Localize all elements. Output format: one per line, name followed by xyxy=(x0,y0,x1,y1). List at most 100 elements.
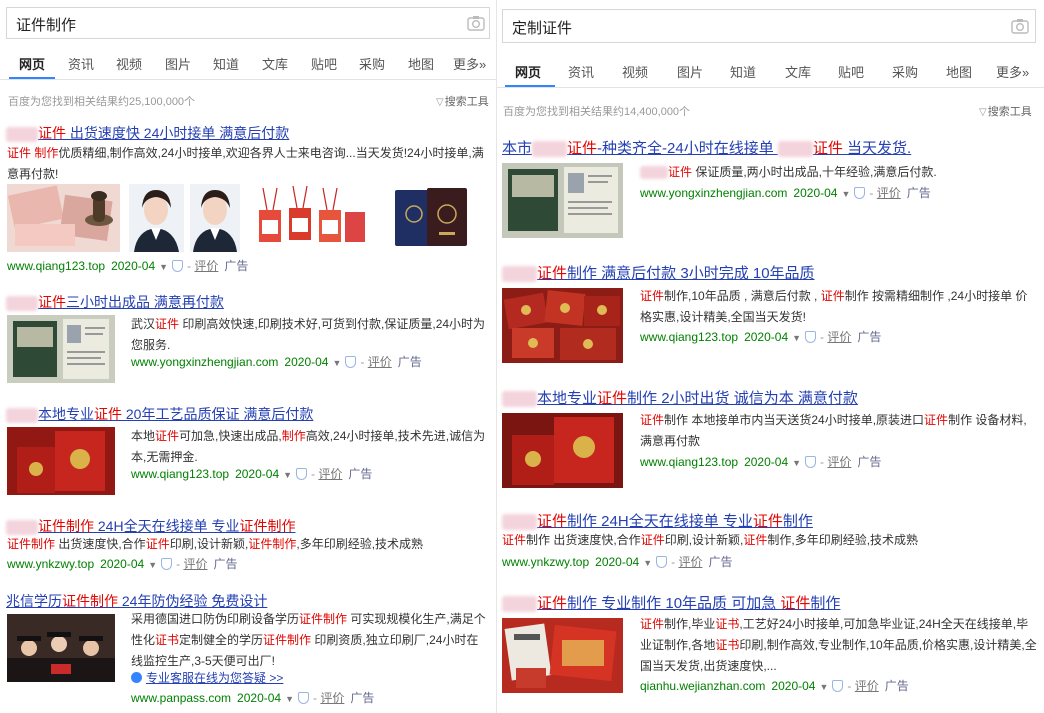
review-link[interactable]: 评价 xyxy=(318,467,342,481)
result-title-link[interactable]: 证件三小时出成品 满意再付款 xyxy=(6,292,224,312)
tab-news[interactable]: 资讯 xyxy=(68,54,94,73)
shield-icon[interactable] xyxy=(805,331,817,343)
result-url[interactable]: www.yongxinzhengjian.com xyxy=(640,186,787,200)
caret-down-icon[interactable]: ▼ xyxy=(792,333,801,343)
search-tools-button[interactable]: ▽搜索工具 xyxy=(979,103,1032,119)
tab-video[interactable]: 视频 xyxy=(622,62,648,81)
search-query[interactable]: 证件制作 xyxy=(16,14,76,35)
result-url[interactable]: www.qiang123.top xyxy=(640,455,738,469)
result-title-link[interactable]: 兆信学历证件制作 24年防伪经验 免费设计 xyxy=(6,591,267,611)
camera-icon[interactable] xyxy=(1011,18,1029,34)
shield-icon[interactable] xyxy=(172,260,184,272)
tab-purchase[interactable]: 采购 xyxy=(359,54,385,73)
result-image-award-certificates[interactable] xyxy=(502,618,623,693)
tab-tieba[interactable]: 贴吧 xyxy=(838,62,864,81)
result-image-portrait-2[interactable] xyxy=(190,184,240,252)
ad-label[interactable]: 广告 xyxy=(885,679,909,693)
tab-web[interactable]: 网页 xyxy=(515,62,541,81)
caret-down-icon[interactable]: ▼ xyxy=(841,189,850,199)
ad-label[interactable]: 广告 xyxy=(350,691,374,705)
result-image-certificates[interactable] xyxy=(7,315,115,383)
result-url[interactable]: www.qiang123.top xyxy=(131,467,229,481)
caret-down-icon[interactable]: ▼ xyxy=(332,358,341,368)
caret-down-icon[interactable]: ▼ xyxy=(792,458,801,468)
result-title-link[interactable]: 证件制作 24H全天在线接单 专业证件制作 xyxy=(6,516,295,536)
caret-down-icon[interactable]: ▼ xyxy=(819,682,828,692)
review-link[interactable]: 评价 xyxy=(855,679,879,693)
result-image-passports[interactable] xyxy=(375,184,488,252)
review-link[interactable]: 评价 xyxy=(827,330,851,344)
customer-service-link[interactable]: 专业客服在线为您答疑 >> xyxy=(131,669,283,686)
result-title-link[interactable]: 证件制作 满意后付款 3小时完成 10年品质 xyxy=(502,262,815,283)
caret-down-icon[interactable]: ▼ xyxy=(285,694,294,704)
review-link[interactable]: 评价 xyxy=(678,555,702,569)
caret-down-icon[interactable]: ▼ xyxy=(643,558,652,568)
result-url[interactable]: qianhu.wejianzhan.com xyxy=(640,679,765,693)
result-title-link[interactable]: 本地专业证件 20年工艺品质保证 满意后付款 xyxy=(6,404,313,424)
result-title-link[interactable]: 本市 证件-种类齐全-24小时在线接单 证件 当天发货. xyxy=(502,137,911,158)
search-input[interactable]: 定制证件 xyxy=(502,9,1036,43)
ad-label[interactable]: 广告 xyxy=(708,555,732,569)
review-link[interactable]: 评价 xyxy=(368,355,392,369)
result-url[interactable]: www.ynkzwy.top xyxy=(7,557,94,571)
shield-icon[interactable] xyxy=(345,356,357,368)
camera-icon[interactable] xyxy=(467,15,485,31)
review-link[interactable]: 评价 xyxy=(877,186,901,200)
result-title-link[interactable]: 证件 出货速度快 24小时接单 满意后付款 xyxy=(6,123,289,143)
shield-icon[interactable] xyxy=(296,468,308,480)
result-title-link[interactable]: 证件制作 专业制作 10年品质 可加急 证件制作 xyxy=(502,592,840,613)
shield-icon[interactable] xyxy=(656,556,668,568)
result-image-stamps[interactable] xyxy=(7,184,120,252)
tab-wenku[interactable]: 文库 xyxy=(262,54,288,73)
caret-down-icon[interactable]: ▼ xyxy=(148,560,157,570)
caret-down-icon[interactable]: ▼ xyxy=(159,262,168,272)
ad-label[interactable]: 广告 xyxy=(857,455,881,469)
caret-down-icon[interactable]: ▼ xyxy=(283,470,292,480)
shield-icon[interactable] xyxy=(161,558,173,570)
review-link[interactable]: 评价 xyxy=(194,259,218,273)
tab-tieba[interactable]: 贴吧 xyxy=(311,54,337,73)
ad-label[interactable]: 广告 xyxy=(907,186,931,200)
result-title-link[interactable]: 证件制作 24H全天在线接单 专业证件制作 xyxy=(502,510,813,531)
ad-label[interactable]: 广告 xyxy=(224,259,248,273)
search-query[interactable]: 定制证件 xyxy=(512,17,572,38)
review-link[interactable]: 评价 xyxy=(320,691,344,705)
shield-icon[interactable] xyxy=(298,692,310,704)
tab-zhidao[interactable]: 知道 xyxy=(730,62,756,81)
tab-more[interactable]: 更多» xyxy=(453,54,486,73)
shield-icon[interactable] xyxy=(805,456,817,468)
ad-label[interactable]: 广告 xyxy=(348,467,372,481)
tab-zhidao[interactable]: 知道 xyxy=(213,54,239,73)
tab-wenku[interactable]: 文库 xyxy=(785,62,811,81)
result-title-link[interactable]: 本地专业证件制作 2小时出货 诚信为本 满意付款 xyxy=(502,387,858,408)
result-image-graduates[interactable] xyxy=(7,614,115,682)
tab-web[interactable]: 网页 xyxy=(19,54,45,73)
result-image-red-certificates[interactable] xyxy=(502,288,623,363)
ad-label[interactable]: 广告 xyxy=(857,330,881,344)
search-tools-button[interactable]: ▽搜索工具 xyxy=(436,93,489,109)
ad-label[interactable]: 广告 xyxy=(398,355,422,369)
result-url[interactable]: www.yongxinzhengjian.com xyxy=(131,355,278,369)
result-image-badges[interactable] xyxy=(253,184,366,252)
ad-label[interactable]: 广告 xyxy=(213,557,237,571)
result-url[interactable]: www.ynkzwy.top xyxy=(502,555,589,569)
tab-map[interactable]: 地图 xyxy=(946,62,972,81)
tab-images[interactable]: 图片 xyxy=(677,62,703,81)
review-link[interactable]: 评价 xyxy=(183,557,207,571)
shield-icon[interactable] xyxy=(832,680,844,692)
result-image-portrait-1[interactable] xyxy=(129,184,184,252)
result-url[interactable]: www.qiang123.top xyxy=(7,259,105,273)
tab-purchase[interactable]: 采购 xyxy=(892,62,918,81)
tab-map[interactable]: 地图 xyxy=(408,54,434,73)
result-image-red-certificate[interactable] xyxy=(7,427,115,495)
search-input[interactable]: 证件制作 xyxy=(6,7,490,39)
result-image-red-certificate[interactable] xyxy=(502,413,623,488)
tab-news[interactable]: 资讯 xyxy=(568,62,594,81)
tab-images[interactable]: 图片 xyxy=(165,54,191,73)
result-image-certificates[interactable] xyxy=(502,163,623,238)
tab-more[interactable]: 更多» xyxy=(996,62,1029,81)
tab-video[interactable]: 视频 xyxy=(116,54,142,73)
shield-icon[interactable] xyxy=(854,187,866,199)
result-url[interactable]: www.qiang123.top xyxy=(640,330,738,344)
result-url[interactable]: www.panpass.com xyxy=(131,691,231,705)
